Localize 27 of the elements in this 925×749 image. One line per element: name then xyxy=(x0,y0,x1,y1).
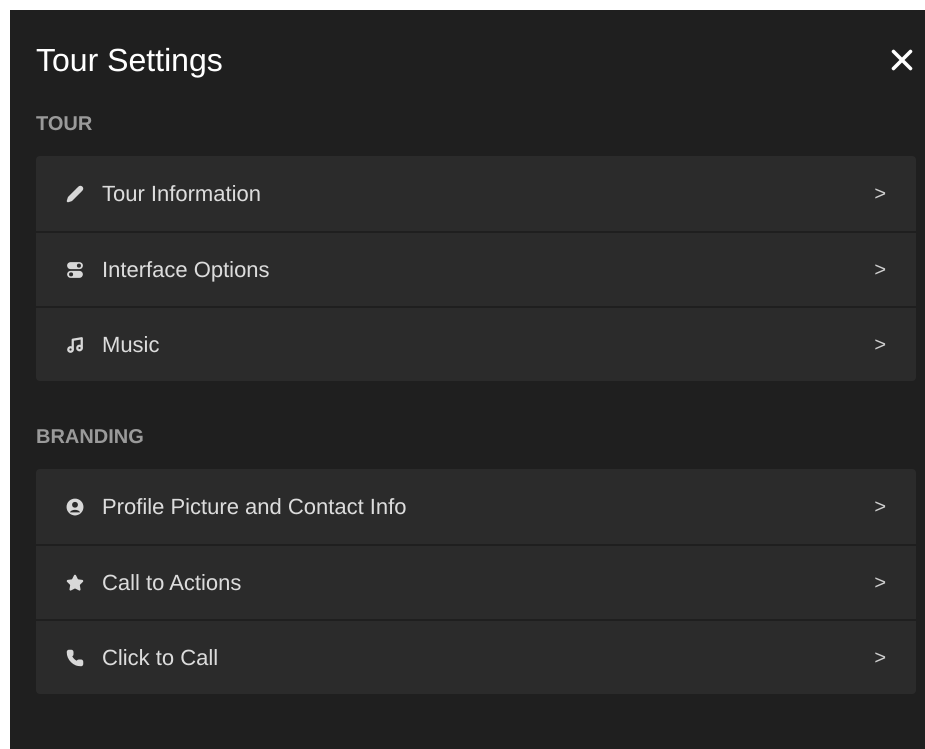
item-label: Music xyxy=(102,331,160,359)
phone-icon xyxy=(66,648,84,666)
chevron-icon: > xyxy=(874,178,886,208)
item-label: Tour Information xyxy=(102,180,261,208)
item-label: Interface Options xyxy=(102,256,270,284)
item-label: Click to Call xyxy=(102,644,218,672)
star-icon xyxy=(66,574,84,592)
settings-item[interactable]: Tour Information > xyxy=(36,156,916,231)
toggles-icon xyxy=(66,260,84,278)
user-circle-icon xyxy=(66,498,84,516)
pencil-icon xyxy=(66,184,84,202)
item-label: Profile Picture and Contact Info xyxy=(102,493,406,521)
settings-item[interactable]: Profile Picture and Contact Info > xyxy=(36,469,916,544)
chevron-icon: > xyxy=(874,330,886,360)
section-heading: BRANDING xyxy=(36,425,144,449)
item-label: Call to Actions xyxy=(102,569,242,597)
chevron-icon: > xyxy=(874,642,886,672)
settings-item[interactable]: Call to Actions > xyxy=(36,544,916,619)
chevron-icon: > xyxy=(874,254,886,284)
music-note-icon xyxy=(66,336,84,354)
section-heading: TOUR xyxy=(36,112,92,136)
settings-item[interactable]: Click to Call > xyxy=(36,619,916,694)
settings-item[interactable]: Music > xyxy=(36,306,916,381)
chevron-icon: > xyxy=(874,492,886,522)
panel-title: Tour Settings xyxy=(36,41,223,80)
chevron-icon: > xyxy=(874,568,886,598)
settings-item[interactable]: Interface Options > xyxy=(36,231,916,306)
